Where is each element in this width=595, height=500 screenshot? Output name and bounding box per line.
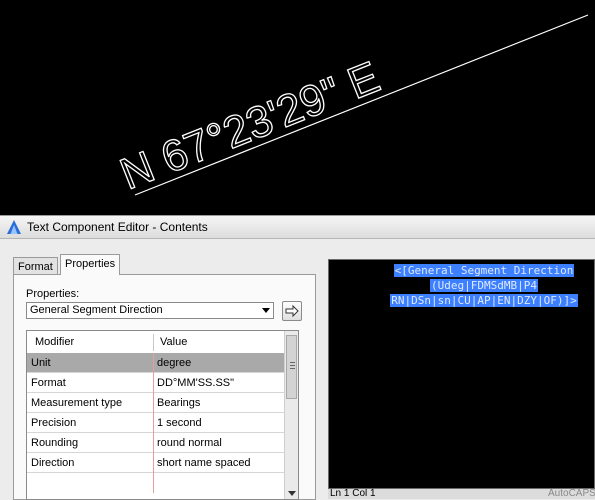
table-row[interactable]: Measurement type Bearings (27, 393, 284, 413)
value-cell[interactable]: degree (157, 357, 191, 369)
value-cell[interactable]: round normal (157, 437, 222, 449)
cell-divider (153, 433, 154, 453)
chevron-down-icon (262, 308, 270, 313)
status-bar: Ln 1 Col 1 AutoCAPS (328, 489, 595, 499)
drawing-canvas: N 67°23'29" E (113, 14, 589, 200)
cell-divider (153, 393, 154, 413)
contents-line: RN|DSn|sn|CU|AP|EN|DZY|OF)]> (390, 294, 578, 307)
scroll-down-icon[interactable] (288, 491, 296, 496)
cell-divider (153, 453, 154, 473)
modifier-cell: Unit (31, 357, 51, 369)
cell-divider (153, 373, 154, 393)
grip-icon (290, 362, 295, 370)
cell-divider (153, 353, 154, 373)
insert-property-button[interactable] (282, 301, 302, 321)
table-row[interactable]: Precision 1 second (27, 413, 284, 433)
value-cell[interactable]: DD°MM'SS.SS" (157, 377, 234, 389)
cursor-position: Ln 1 Col 1 (330, 489, 376, 499)
modifier-cell: Precision (31, 417, 77, 429)
tab-format[interactable]: Format (13, 257, 58, 275)
modifier-cell: Measurement type (31, 397, 123, 409)
title-bar[interactable]: Text Component Editor - Contents (0, 216, 595, 239)
contents-text[interactable]: <[General Segment Direction (Udeg|FDMSdM… (374, 263, 594, 308)
table-row[interactable]: Unit degree (27, 353, 284, 373)
contents-editor[interactable]: <[General Segment Direction (Udeg|FDMSdM… (328, 259, 595, 489)
autocaps-indicator[interactable]: AutoCAPS (548, 489, 595, 499)
tab-properties[interactable]: Properties (60, 254, 121, 275)
modifier-cell: Format (31, 377, 66, 389)
cell-divider (153, 473, 154, 493)
value-cell[interactable]: 1 second (157, 417, 202, 429)
table-row[interactable]: Rounding round normal (27, 433, 284, 453)
property-select-value: General Segment Direction (30, 304, 163, 316)
modifier-cell: Rounding (31, 437, 79, 449)
table-row-partial[interactable] (27, 473, 284, 493)
cell-divider (153, 413, 154, 433)
property-select[interactable]: General Segment Direction (26, 302, 274, 319)
properties-label: Properties: (26, 288, 80, 300)
value-cell[interactable]: short name spaced (157, 457, 251, 469)
drawing-viewport[interactable]: N 67°23'29" E (0, 0, 595, 215)
header-modifier[interactable]: Modifier (35, 336, 74, 348)
header-divider (153, 334, 154, 351)
grid-header: Modifier Value (27, 331, 284, 354)
value-cell[interactable]: Bearings (157, 397, 200, 409)
properties-tab-panel: Properties: General Segment Direction Mo… (13, 274, 316, 500)
table-row[interactable]: Direction short name spaced (27, 453, 284, 473)
dialog-title: Text Component Editor - Contents (27, 220, 208, 234)
scrollbar-thumb[interactable] (286, 335, 297, 399)
contents-line: <[General Segment Direction (393, 264, 575, 277)
modifier-grid: Modifier Value Unit degree Format DD°MM'… (26, 330, 299, 500)
bearing-label: N 67°23'29" E (114, 52, 387, 199)
properties-pane: Format Properties Properties: General Se… (0, 239, 323, 500)
contents-line: (Udeg|FDMSdMB|P4 (430, 279, 538, 292)
header-value[interactable]: Value (160, 336, 187, 348)
arrow-right-icon (285, 304, 299, 318)
modifier-cell: Direction (31, 457, 75, 469)
autocad-civil-icon (7, 220, 21, 234)
grid-scrollbar[interactable] (284, 331, 298, 499)
table-row[interactable]: Format DD°MM'SS.SS" (27, 373, 284, 393)
